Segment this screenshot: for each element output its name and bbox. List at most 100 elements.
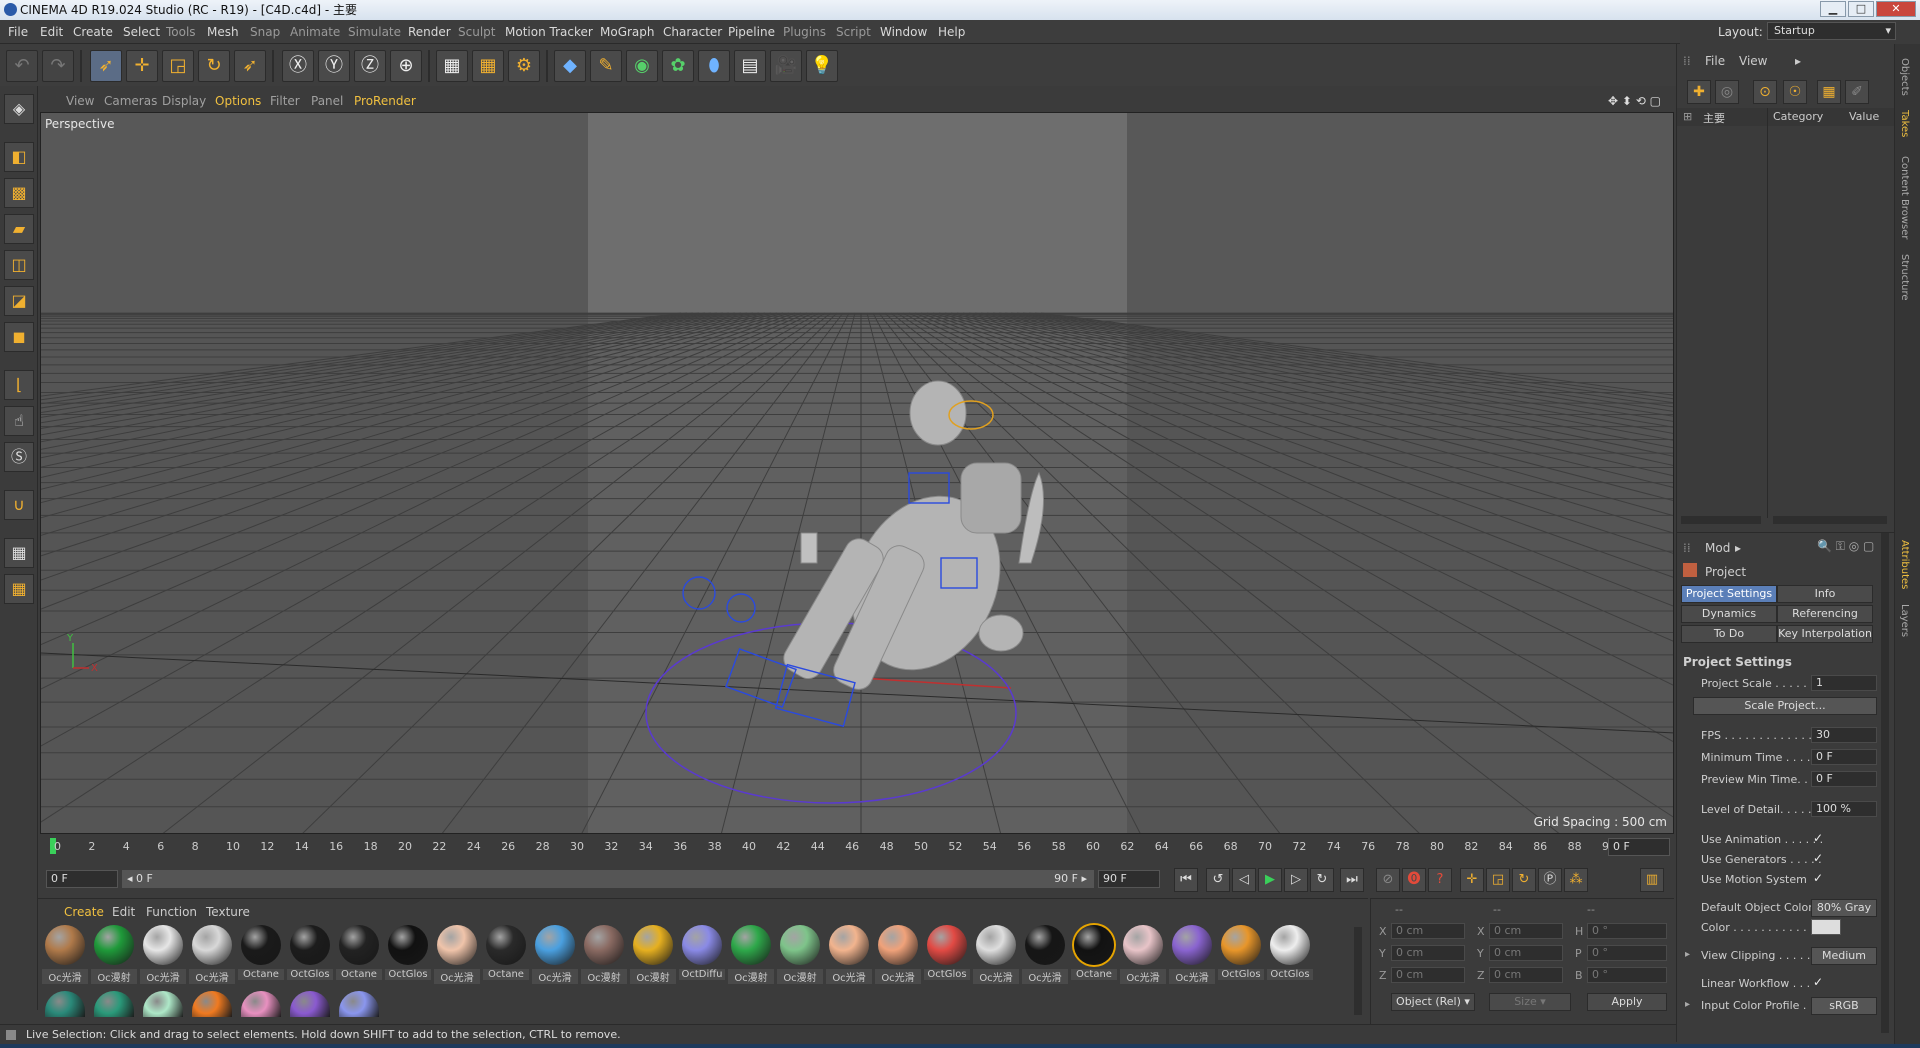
key-param-icon[interactable]: Ⓟ [1538,868,1562,892]
maximize-button[interactable]: □ [1848,1,1874,17]
timeline-window-icon[interactable]: ▥ [1640,868,1664,892]
input-color-profile-dropdown[interactable]: sRGB [1811,997,1877,1015]
material-menu-texture[interactable]: Texture [206,905,250,919]
apply-button[interactable]: Apply [1587,993,1667,1011]
goto-end-icon[interactable]: ⏭ [1340,868,1364,892]
edges-mode-icon[interactable]: ◪ [4,286,34,316]
rotation-h-field[interactable]: 0 ° [1587,923,1667,939]
texture-mode-icon[interactable]: ▩ [4,178,34,208]
viewport-menu-cameras[interactable]: Cameras [104,94,157,108]
tab-project-settings[interactable]: Project Settings [1681,585,1777,603]
record-keys-disabled-icon[interactable]: ⊘ [1376,868,1400,892]
material-swatch[interactable] [189,991,235,1017]
material-swatch[interactable] [42,991,88,1017]
menu-window[interactable]: Window [880,25,927,39]
snap-icon[interactable]: Ⓢ [4,442,34,472]
take-add-icon[interactable]: ✚ [1687,80,1711,104]
viewport-menu-options[interactable]: Options [215,94,261,108]
floor-icon[interactable]: ▤ [734,50,766,82]
menu-arrow-icon[interactable]: ▸ [1795,54,1801,68]
material-swatch[interactable]: Oc漫射 [728,925,774,984]
take-clone-icon[interactable]: ◎ [1715,80,1739,104]
play-forward-icon[interactable]: ▶ [1258,868,1282,892]
take-override-icon[interactable]: ⊙ [1753,80,1777,104]
viewport-menu-display[interactable]: Display [162,94,206,108]
use-motion-system-checkbox[interactable]: ✓ [1813,871,1823,885]
menu-edit[interactable]: Edit [40,25,63,39]
redo-icon[interactable]: ↷ [42,50,74,82]
perspective-viewport[interactable]: Y X Perspective Grid Spacing : 500 cm [40,112,1674,834]
material-swatch[interactable]: Oc漫射 [630,925,676,984]
menu-select[interactable]: Select [123,25,160,39]
end-frame-field[interactable]: 90 F [1098,870,1160,888]
attribute-menu-mode[interactable]: Mod [1705,541,1730,555]
preview-range-slider[interactable]: ◂ 0 F 90 F ▸ [122,870,1094,888]
record-active-icon[interactable]: ⓿ [1402,868,1426,892]
material-swatch[interactable]: OctGlos [1267,925,1313,983]
menu-tools[interactable]: Tools [166,25,196,39]
menu-help[interactable]: Help [938,25,965,39]
live-selection-icon[interactable]: ➶ [90,50,122,82]
material-swatch[interactable]: Oc光滑 [189,925,235,984]
take-auto-icon[interactable]: ✐ [1845,80,1869,104]
previous-frame-icon[interactable]: ◁ [1232,868,1256,892]
viewport-menu-panel[interactable]: Panel [311,94,343,108]
material-swatch[interactable]: Oc漫射 [777,925,823,984]
viewport-menu-prorender[interactable]: ProRender [354,94,416,108]
menu-file[interactable]: File [8,25,28,39]
menu-pipeline[interactable]: Pipeline [728,25,775,39]
cube-icon[interactable]: ◆ [554,50,586,82]
material-swatch[interactable]: Oc光滑 [42,925,88,984]
previous-key-icon[interactable]: ↺ [1206,868,1230,892]
material-swatch[interactable] [238,991,284,1017]
menu-motion-tracker[interactable]: Motion Tracker [505,25,593,39]
size-z-field[interactable]: 0 cm [1489,967,1563,983]
scale-icon[interactable]: ◲ [162,50,194,82]
menu-character[interactable]: Character [663,25,722,39]
material-swatch[interactable]: Oc光滑 [434,925,480,984]
side-tab-takes[interactable]: Takes [1899,110,1910,137]
minimum-time-field[interactable]: 0 F [1811,749,1877,765]
close-button[interactable]: ✕ [1876,1,1916,17]
material-swatch[interactable]: Oc光滑 [1169,925,1215,984]
subdivision-icon[interactable]: ◉ [626,50,658,82]
tab-referencing[interactable]: Referencing [1777,605,1873,623]
view-clipping-dropdown[interactable]: Medium [1811,947,1877,965]
cloner-icon[interactable]: ✿ [662,50,694,82]
side-tab-attributes[interactable]: Attributes [1899,540,1910,589]
points-mode-icon[interactable]: ◫ [4,250,34,280]
expand-arrow-icon[interactable]: ▸ [1685,949,1690,960]
locked-workplane-icon[interactable]: ▦ [4,574,34,604]
material-swatch[interactable] [287,991,333,1017]
rotation-p-field[interactable]: 0 ° [1587,945,1667,961]
size-x-field[interactable]: 0 cm [1489,923,1563,939]
move-icon[interactable]: ✛ [126,50,158,82]
material-swatch[interactable]: Oc漫射 [581,925,627,984]
main-take-name[interactable]: 主要 [1703,110,1725,126]
key-rotation-icon[interactable]: ↻ [1512,868,1536,892]
material-menu-edit[interactable]: Edit [112,905,135,919]
scale-project-button[interactable]: Scale Project... [1693,697,1877,715]
viewport-navigation-icons[interactable]: ✥ ⬍ ⟲ ▢ [1608,94,1661,108]
take-render-icon[interactable]: ▦ [1817,80,1841,104]
material-menu-function[interactable]: Function [146,905,197,919]
side-tab-structure[interactable]: Structure [1899,254,1910,301]
material-swatch[interactable]: Oc光滑 [1120,925,1166,984]
pen-spline-icon[interactable]: ✎ [590,50,622,82]
start-frame-field[interactable]: 0 F [46,870,118,888]
material-swatch[interactable]: Octane [1071,925,1117,983]
layout-dropdown[interactable]: Startup ▾ [1767,22,1896,40]
material-swatch[interactable]: OctGlos [287,925,333,983]
viewport-menu-view[interactable]: View [66,94,94,108]
color-swatch[interactable] [1811,919,1841,935]
use-generators-checkbox[interactable]: ✓ [1813,851,1823,865]
make-editable-icon[interactable]: ◈ [4,94,34,124]
position-y-field[interactable]: 0 cm [1391,945,1465,961]
object-menu-view[interactable]: View [1739,54,1767,68]
material-swatch[interactable]: Oc光滑 [875,925,921,984]
material-swatch[interactable]: Oc漫射 [91,925,137,984]
autokey-icon[interactable]: ? [1428,868,1452,892]
material-swatch[interactable]: Octane [483,925,529,983]
material-swatch[interactable]: Octane [336,925,382,983]
axis-mode-icon[interactable]: ⌊ [4,370,34,400]
